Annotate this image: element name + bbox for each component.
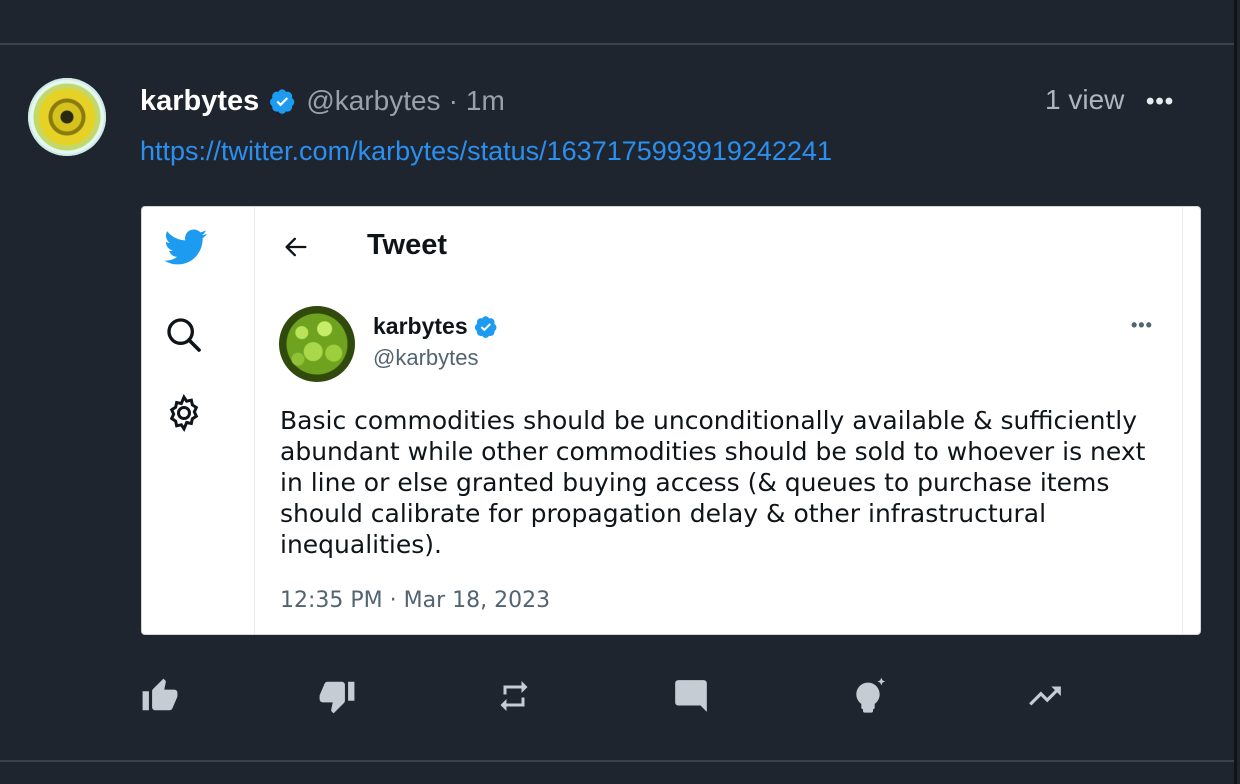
repost-button[interactable] [494,676,534,716]
author-name[interactable]: karbytes [140,85,259,118]
separator-dot: · [448,85,458,116]
view-count: 1 view [1045,84,1125,115]
thumbs-down-icon [319,681,355,714]
dislike-button[interactable] [317,676,357,716]
trending-icon [1029,686,1061,706]
right-scroll-edge [1234,0,1237,784]
embed-tweet-text: Basic commodities should be unconditiona… [280,406,1146,559]
post-header: karbytes @karbytes · 1m [140,84,505,118]
action-bar [0,676,1240,716]
embed-sidebar-divider [254,207,255,634]
comment-icon [675,680,707,712]
search-icon [167,318,201,352]
gear-icon [169,394,199,432]
embed-avatar [279,306,355,382]
back-arrow-icon [285,237,307,257]
embed-more-icon: ••• [1131,315,1153,335]
repost-icon [500,681,528,711]
author-handle[interactable]: @karbytes [306,85,440,117]
tweet-link[interactable]: https://twitter.com/karbytes/status/1637… [140,136,832,167]
more-options-button[interactable]: ••• [1146,88,1174,116]
top-divider [0,43,1234,45]
insight-button[interactable] [848,676,888,716]
bottom-divider [0,760,1234,762]
embed-timestamp: 12:35 PM · Mar 18, 2023 [280,588,551,613]
verified-badge-icon [270,88,295,114]
embed-author-handle: @karbytes [373,345,479,370]
lightbulb-sparkle-icon [856,677,886,713]
embed-page-title: Tweet [367,229,448,261]
avatar[interactable] [28,78,106,156]
twitter-bird-icon [164,229,208,265]
comment-button[interactable] [671,676,711,716]
embed-author-name: karbytes [373,313,468,339]
post-time[interactable]: 1m [466,85,505,117]
thumbs-up-icon [142,678,178,711]
trending-button[interactable] [1025,676,1065,716]
embed-author-name-row: karbytes [373,313,498,340]
embed-right-divider [1182,207,1183,634]
embedded-tweet-screenshot: Tweet karbytes @karbytes ••• Basic commo… [141,206,1201,635]
like-button[interactable] [140,676,180,716]
embed-verified-badge-icon [474,315,497,338]
